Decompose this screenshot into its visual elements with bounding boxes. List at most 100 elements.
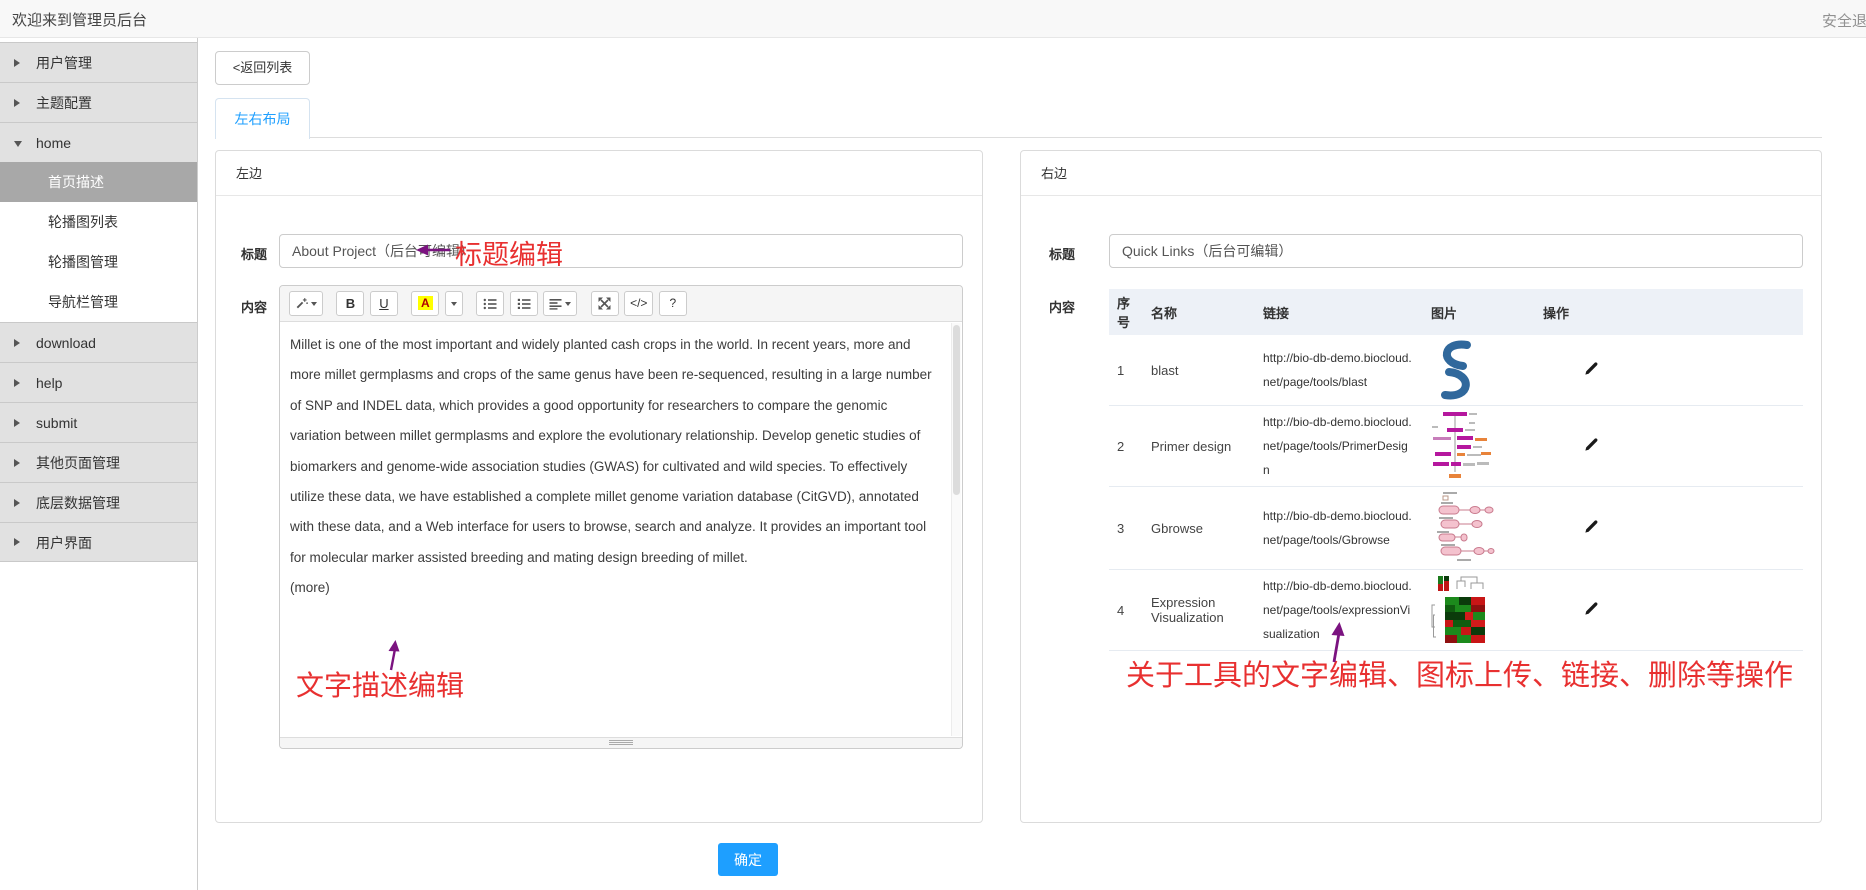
chevron-down-icon <box>311 302 317 306</box>
left-card-header: 左边 <box>216 151 982 196</box>
editor-paragraph: Millet is one of the most important and … <box>290 330 934 573</box>
tool-name-cell: blast <box>1143 359 1255 382</box>
sidebar-item-home[interactable]: home <box>0 122 197 162</box>
sidebar-item-其他页面管理[interactable]: 其他页面管理 <box>0 442 197 482</box>
edit-pencil-icon[interactable] <box>1583 360 1600 377</box>
tool-name-cell: Primer design <box>1143 435 1255 458</box>
tool-image-cell <box>1423 335 1535 405</box>
fullscreen-button[interactable] <box>591 291 619 316</box>
gbrowse-image <box>1431 491 1495 565</box>
magic-wand-icon <box>295 297 308 310</box>
editor-scrollbar[interactable] <box>951 323 961 736</box>
annotation-arrow-left-icon <box>416 243 452 257</box>
underline-button[interactable]: U <box>370 291 398 316</box>
annotation-tools-edit: 关于工具的文字编辑、图标上传、链接、删除等操作 <box>1126 652 1793 694</box>
tool-link-cell: http://bio-db-demo.biocloud.net/page/too… <box>1255 342 1423 398</box>
chevron-right-icon <box>14 499 20 507</box>
row-index-cell: 1 <box>1109 359 1143 382</box>
row-action-cell <box>1535 514 1803 542</box>
unordered-list-button[interactable] <box>476 291 504 316</box>
table-header-cell: 操作 <box>1535 299 1803 326</box>
editor-more-text: (more) <box>290 573 934 603</box>
right-title-input[interactable] <box>1109 234 1803 268</box>
row-action-cell <box>1535 356 1803 384</box>
chevron-right-icon <box>14 459 20 467</box>
sidebar-item-download[interactable]: download <box>0 322 197 362</box>
blast-logo <box>1431 339 1479 401</box>
chevron-down-icon <box>14 141 22 147</box>
paragraph-align-button[interactable] <box>543 291 577 316</box>
resize-grip-icon <box>609 740 633 746</box>
sidebar-item-label: download <box>36 335 96 351</box>
annotation-arrow-up-left-icon <box>382 640 404 672</box>
left-content-label: 内容 <box>241 297 267 316</box>
tool-name-cell: Expression Visualization <box>1143 591 1255 629</box>
sidebar-item-主题配置[interactable]: 主题配置 <box>0 82 197 122</box>
sidebar-item-label: 首页描述 <box>48 174 104 190</box>
help-button[interactable]: ? <box>659 291 687 316</box>
code-view-button[interactable]: </> <box>624 291 653 316</box>
edit-pencil-icon[interactable] <box>1583 436 1600 453</box>
sidebar-item-label: submit <box>36 415 77 431</box>
font-color-button[interactable]: A <box>411 291 439 316</box>
edit-pencil-icon[interactable] <box>1583 518 1600 535</box>
sidebar-item-label: 轮播图列表 <box>48 214 118 230</box>
right-content-label: 内容 <box>1049 297 1075 316</box>
tabs-divider <box>215 137 1822 138</box>
sidebar-item-轮播图列表[interactable]: 轮播图列表 <box>0 202 197 242</box>
sidebar-item-label: 主题配置 <box>36 95 92 111</box>
table-header-row: 序号名称链接图片操作 <box>1109 289 1803 335</box>
table-row: 1blasthttp://bio-db-demo.biocloud.net/pa… <box>1109 335 1803 406</box>
primer-design-image <box>1431 410 1493 482</box>
bold-button[interactable]: B <box>336 291 364 316</box>
tool-link-cell: http://bio-db-demo.biocloud.net/page/too… <box>1255 406 1423 486</box>
row-index-cell: 4 <box>1109 599 1143 622</box>
tool-image-cell <box>1423 487 1535 569</box>
topbar: 欢迎来到管理员后台 安全退出 <box>0 0 1866 38</box>
ordered-list-button[interactable] <box>510 291 538 316</box>
edit-pencil-icon[interactable] <box>1583 600 1600 617</box>
left-title-input[interactable] <box>279 234 963 268</box>
chevron-right-icon <box>14 59 20 67</box>
sidebar-item-用户管理[interactable]: 用户管理 <box>0 42 197 82</box>
sidebar-item-submit[interactable]: submit <box>0 402 197 442</box>
chevron-right-icon <box>14 538 20 546</box>
annotation-title-edit: 标题编辑 <box>455 233 563 272</box>
right-card-header: 右边 <box>1021 151 1821 196</box>
sidebar-nav: 用户管理主题配置 home 首页描述轮播图列表轮播图管理导航栏管理 download h… <box>0 38 198 890</box>
table-row: 3Gbrowsehttp://bio-db-demo.biocloud.net/… <box>1109 487 1803 570</box>
numbered-list-icon <box>517 298 531 310</box>
fullscreen-icon <box>598 297 611 310</box>
editor-resize-bar[interactable] <box>280 737 962 748</box>
font-color-dropdown[interactable] <box>445 291 463 316</box>
sidebar-item-轮播图管理[interactable]: 轮播图管理 <box>0 242 197 282</box>
right-title-label: 标题 <box>1049 244 1075 263</box>
sidebar-item-首页描述[interactable]: 首页描述 <box>0 162 197 202</box>
sidebar-item-label: help <box>36 375 62 391</box>
table-row: 4Expression Visualizationhttp://bio-db-d… <box>1109 570 1803 651</box>
tool-name-cell: Gbrowse <box>1143 517 1255 540</box>
tab-left-right-layout[interactable]: 左右布局 <box>215 98 310 139</box>
sidebar-item-底层数据管理[interactable]: 底层数据管理 <box>0 482 197 522</box>
admin-backend-page: 欢迎来到管理员后台 安全退出 用户管理主题配置 home 首页描述轮播图列表轮播图管… <box>0 0 1866 890</box>
sidebar-item-导航栏管理[interactable]: 导航栏管理 <box>0 282 197 322</box>
sidebar-item-label: 导航栏管理 <box>48 294 118 310</box>
logout-link[interactable]: 安全退出 <box>1822 10 1866 31</box>
expression-heatmap-image <box>1431 575 1489 645</box>
underline-icon: U <box>379 296 388 311</box>
back-to-list-button[interactable]: <返回列表 <box>215 51 310 85</box>
sidebar-item-help[interactable]: help <box>0 362 197 402</box>
scrollbar-thumb[interactable] <box>953 325 960 495</box>
chevron-right-icon <box>14 379 20 387</box>
chevron-down-icon <box>451 302 457 306</box>
chevron-right-icon <box>14 99 20 107</box>
tool-image-cell <box>1423 571 1535 649</box>
chevron-right-icon <box>14 419 20 427</box>
sidebar-item-label: 其他页面管理 <box>36 455 120 471</box>
left-title-label: 标题 <box>241 244 267 263</box>
tool-link-cell: http://bio-db-demo.biocloud.net/page/too… <box>1255 500 1423 556</box>
sidebar-item-用户界面[interactable]: 用户界面 <box>0 522 197 562</box>
table-header-cell: 图片 <box>1423 299 1535 326</box>
style-magic-button[interactable] <box>289 291 323 316</box>
confirm-button[interactable]: 确定 <box>718 843 778 876</box>
